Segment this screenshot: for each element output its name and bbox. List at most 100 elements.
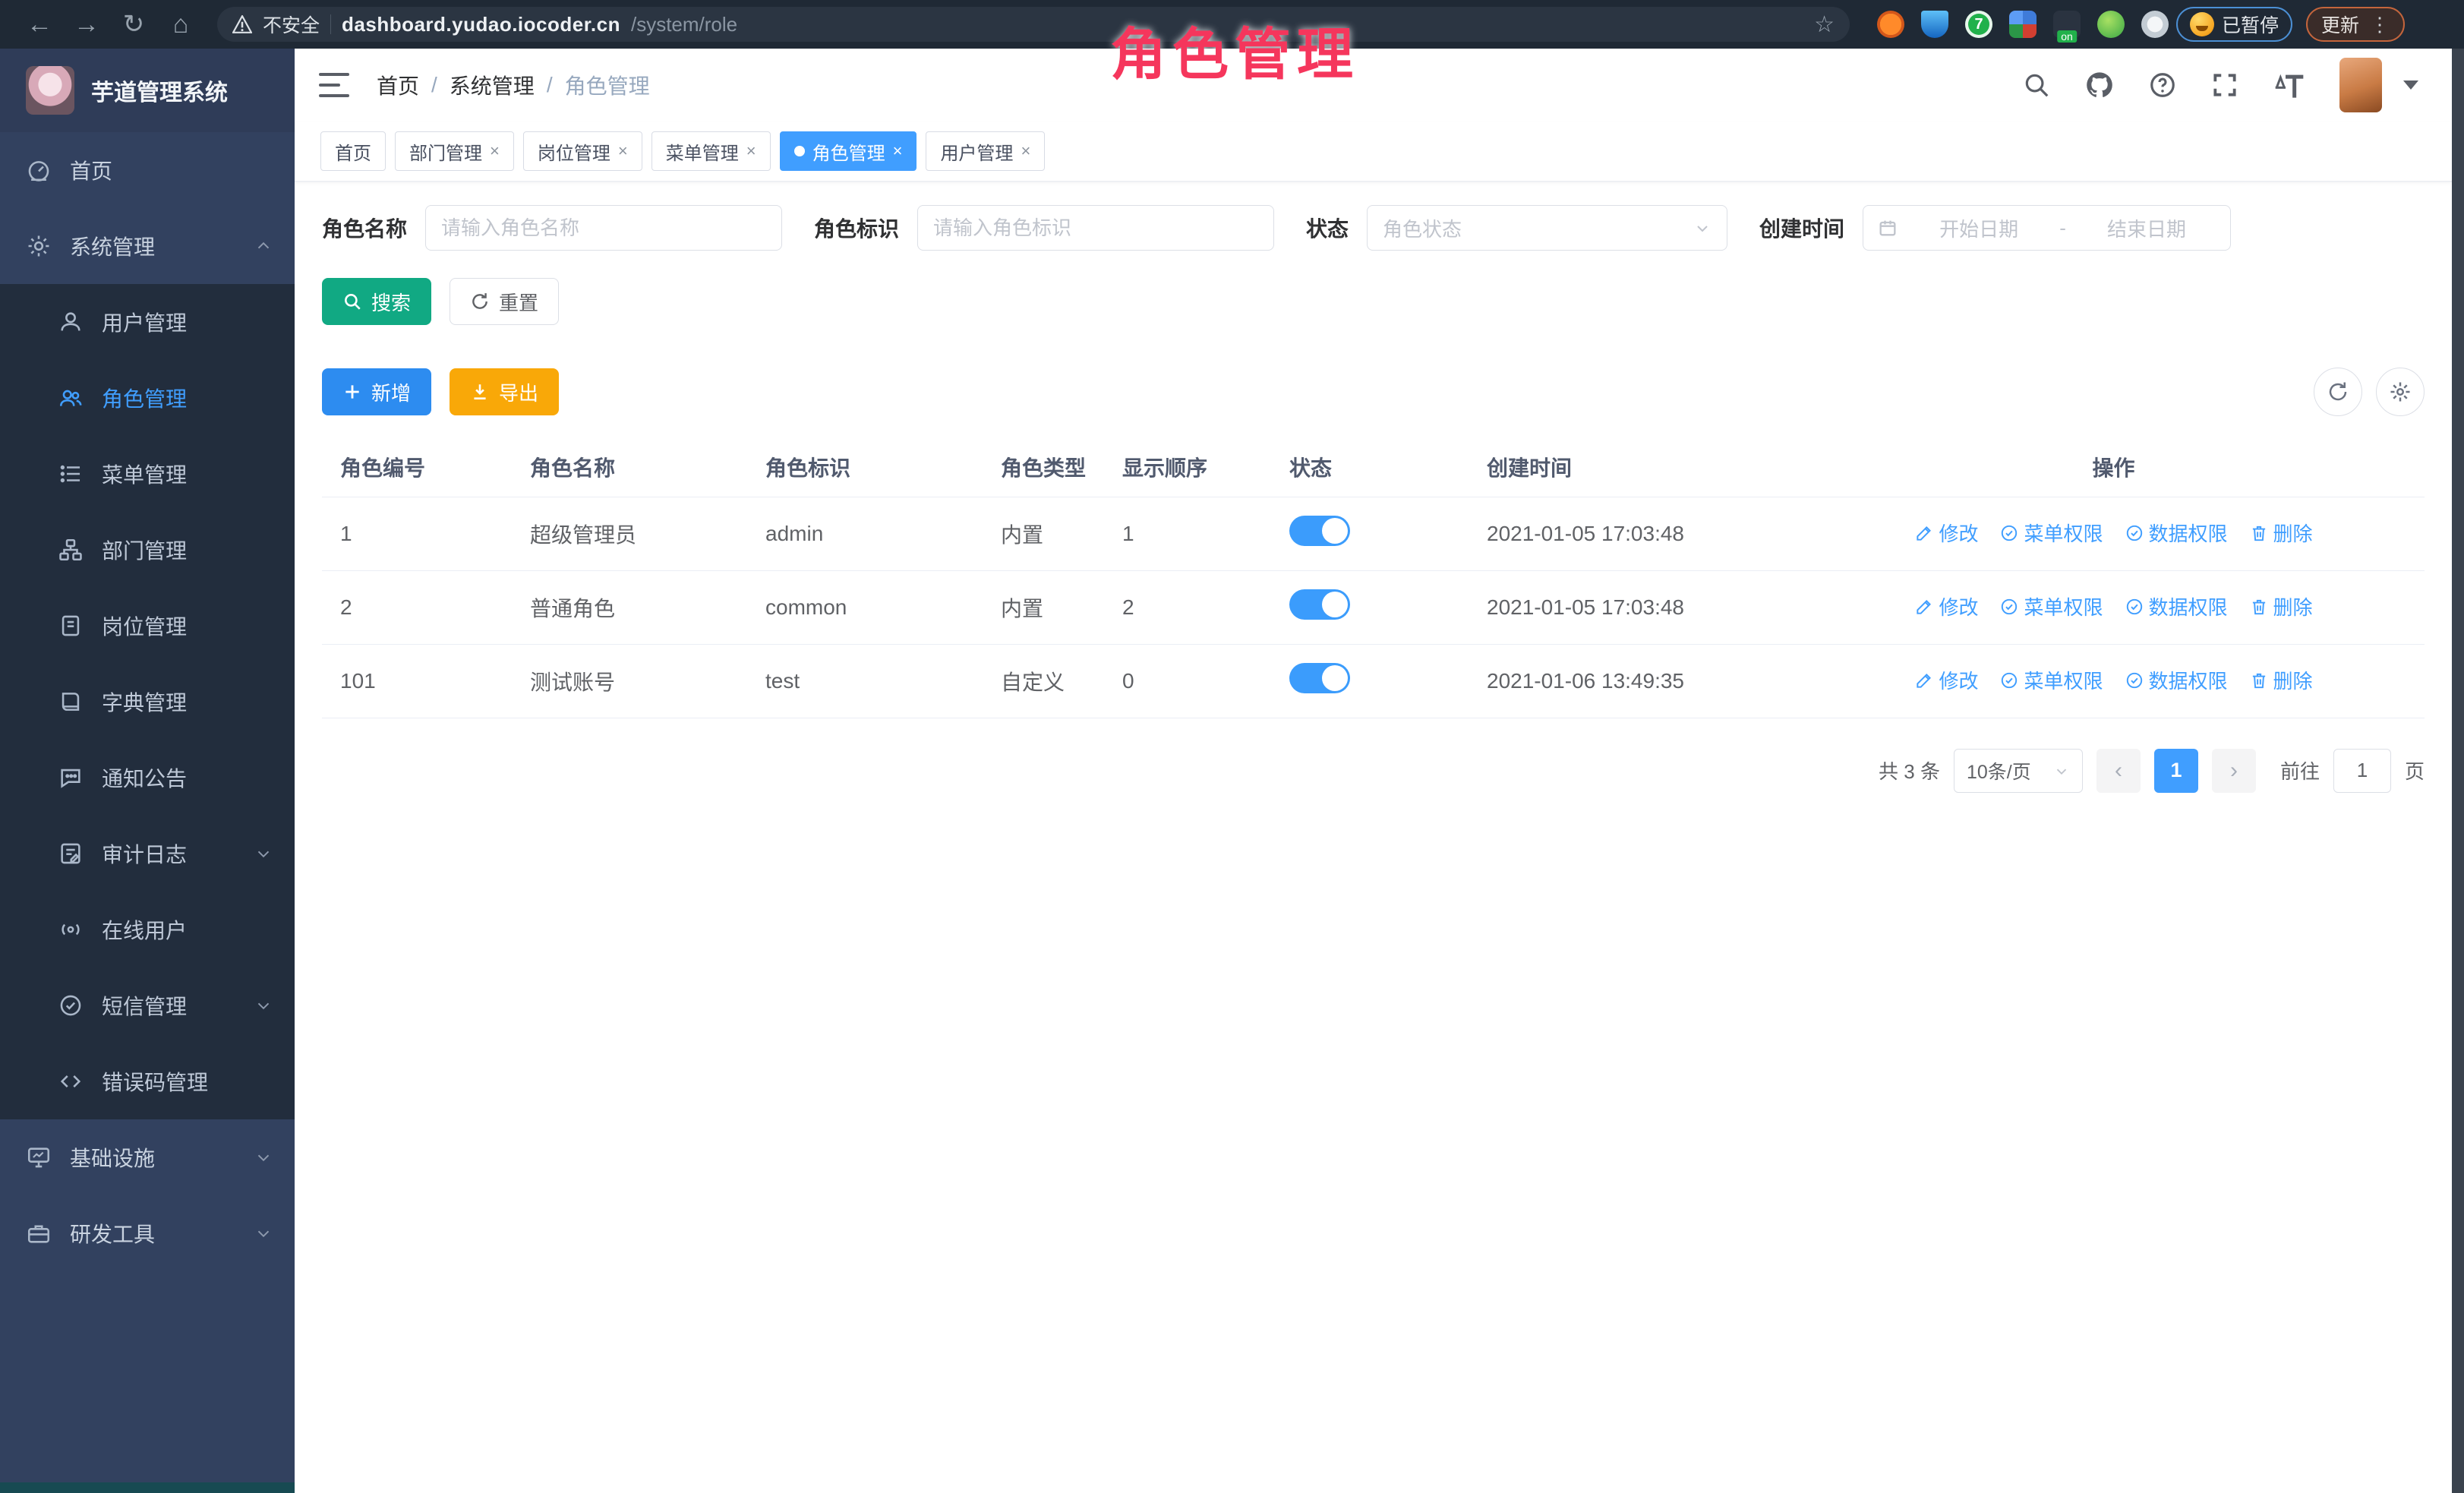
status-toggle[interactable] [1289, 663, 1350, 693]
search-button[interactable]: 搜索 [322, 278, 431, 325]
chevron-down-icon [2053, 762, 2070, 779]
tab-dept[interactable]: 部门管理 × [395, 131, 514, 171]
font-size-icon[interactable] [2273, 70, 2306, 100]
help-icon[interactable] [2148, 71, 2177, 99]
tab-role[interactable]: 角色管理× [780, 131, 917, 171]
github-icon[interactable] [2084, 70, 2115, 100]
sidebar-item-label: 错误码管理 [102, 1066, 273, 1097]
sidebar-item-dict[interactable]: 字典管理 [0, 664, 295, 740]
start-date-placeholder[interactable]: 开始日期 [1909, 214, 2049, 242]
fullscreen-icon[interactable] [2210, 71, 2239, 99]
role-name-input[interactable] [425, 205, 782, 251]
extension-colorful-icon[interactable] [2009, 11, 2037, 38]
extension-green-icon[interactable]: 7 [1965, 11, 1992, 38]
gear-icon [26, 233, 52, 259]
column-header: 角色名称 [512, 437, 747, 497]
url-path: /system/role [631, 13, 737, 36]
tab-menu[interactable]: 菜单管理 × [651, 131, 771, 171]
extension-dark-icon[interactable]: on [2053, 11, 2081, 38]
action-delete-link[interactable]: 删除 [2249, 519, 2313, 547]
sidebar-item-home[interactable]: 首页 [0, 132, 295, 208]
column-settings-button[interactable] [2376, 368, 2425, 416]
sidebar-item-role[interactable]: 角色管理 [0, 360, 295, 436]
tab-label: 菜单管理 [666, 138, 739, 165]
browser-forward-button[interactable]: → [67, 5, 106, 44]
sidebar-item-menu[interactable]: 菜单管理 [0, 436, 295, 512]
next-page-button[interactable]: › [2212, 749, 2256, 793]
browser-home-button[interactable]: ⌂ [161, 5, 200, 44]
close-tab-icon[interactable]: × [746, 143, 756, 159]
user-avatar[interactable] [2339, 58, 2382, 112]
browser-back-button[interactable]: ← [20, 5, 59, 44]
breadcrumb-home[interactable]: 首页 [377, 70, 419, 100]
column-header: 显示顺序 [1104, 437, 1271, 497]
prev-page-button[interactable]: ‹ [2096, 749, 2141, 793]
page-size-select[interactable]: 10条/页 [1954, 749, 2083, 793]
bookmark-star-icon[interactable]: ☆ [1814, 11, 1835, 38]
close-tab-icon[interactable]: × [1021, 143, 1030, 159]
extension-orange-icon[interactable] [1877, 11, 1904, 38]
sidebar-item-infra[interactable]: 基础设施 [0, 1119, 295, 1195]
page-1-button[interactable]: 1 [2154, 749, 2198, 793]
browser-reload-button[interactable]: ↻ [114, 5, 153, 44]
action-menu-perm-link[interactable]: 菜单权限 [1999, 666, 2103, 694]
action-menu-perm-link[interactable]: 菜单权限 [1999, 519, 2103, 547]
search-icon[interactable] [2022, 71, 2051, 99]
tab-post[interactable]: 岗位管理× [523, 131, 642, 171]
sidebar-item-audit[interactable]: 审计日志 [0, 816, 295, 892]
breadcrumb-system[interactable]: 系统管理 [450, 70, 535, 100]
actions-cell: 修改菜单权限数据权限删除 [1803, 497, 2425, 570]
sidebar-item-label: 角色管理 [102, 383, 273, 413]
browser-update-button[interactable]: 更新 ⋮ [2306, 7, 2405, 42]
action-data-perm-link[interactable]: 数据权限 [2125, 519, 2228, 547]
date-range-picker[interactable]: 开始日期 - 结束日期 [1863, 205, 2231, 251]
action-data-perm-link[interactable]: 数据权限 [2125, 666, 2228, 694]
tab-bar: 首页部门管理×岗位管理×菜单管理×角色管理×用户管理× [295, 122, 2452, 182]
browser-menu-icon[interactable]: ⋮ [2370, 14, 2390, 34]
sidebar-item-notice[interactable]: 通知公告 [0, 740, 295, 816]
sidebar-item-label: 系统管理 [70, 231, 235, 261]
action-edit-link[interactable]: 修改 [1914, 666, 1978, 694]
sidebar-item-system[interactable]: 系统管理 [0, 208, 295, 284]
reset-button[interactable]: 重置 [450, 278, 559, 325]
close-tab-icon[interactable]: × [893, 143, 903, 159]
sidebar-item-devtools[interactable]: 研发工具 [0, 1195, 295, 1271]
sidebar-item-errcode[interactable]: 错误码管理 [0, 1043, 295, 1119]
status-select[interactable]: 角色状态 [1367, 205, 1727, 251]
sidebar-item-sms[interactable]: 短信管理 [0, 967, 295, 1043]
extension-pinwheel-icon[interactable] [2141, 11, 2169, 38]
hamburger-icon[interactable] [319, 73, 349, 97]
action-delete-link[interactable]: 删除 [2249, 592, 2313, 620]
sidebar-item-online[interactable]: 在线用户 [0, 892, 295, 967]
role-id-cell: 2 [322, 570, 512, 644]
profile-paused-badge[interactable]: 已暂停 [2176, 7, 2292, 42]
role-name-cell: 测试账号 [512, 644, 747, 718]
status-toggle[interactable] [1289, 589, 1350, 620]
avatar-caret-icon[interactable] [2403, 80, 2418, 90]
action-menu-perm-link[interactable]: 菜单权限 [1999, 592, 2103, 620]
address-bar[interactable]: 不安全 dashboard.yudao.iocoder.cn /system/r… [217, 7, 1850, 42]
close-tab-icon[interactable]: × [490, 143, 500, 159]
sidebar-item-dept[interactable]: 部门管理 [0, 512, 295, 588]
tab-label: 部门管理 [409, 138, 482, 165]
extension-blue-drop-icon[interactable] [1921, 11, 1948, 38]
window-scrollbar[interactable] [2452, 49, 2464, 1493]
sidebar-item-user[interactable]: 用户管理 [0, 284, 295, 360]
role-key-input[interactable] [917, 205, 1274, 251]
extension-sprout-icon[interactable] [2097, 11, 2125, 38]
app-logo[interactable]: 芋道管理系统 [0, 49, 295, 132]
tab-home[interactable]: 首页 [320, 131, 386, 171]
add-button[interactable]: 新增 [322, 368, 431, 415]
action-edit-link[interactable]: 修改 [1914, 592, 1978, 620]
refresh-button[interactable] [2314, 368, 2362, 416]
action-data-perm-link[interactable]: 数据权限 [2125, 592, 2228, 620]
sidebar-item-post[interactable]: 岗位管理 [0, 588, 295, 664]
export-button[interactable]: 导出 [450, 368, 559, 415]
status-toggle[interactable] [1289, 516, 1350, 546]
tab-user[interactable]: 用户管理× [926, 131, 1045, 171]
end-date-placeholder[interactable]: 结束日期 [2077, 214, 2216, 242]
close-tab-icon[interactable]: × [618, 143, 628, 159]
action-edit-link[interactable]: 修改 [1914, 519, 1978, 547]
action-delete-link[interactable]: 删除 [2249, 666, 2313, 694]
goto-page-input[interactable] [2333, 749, 2391, 793]
